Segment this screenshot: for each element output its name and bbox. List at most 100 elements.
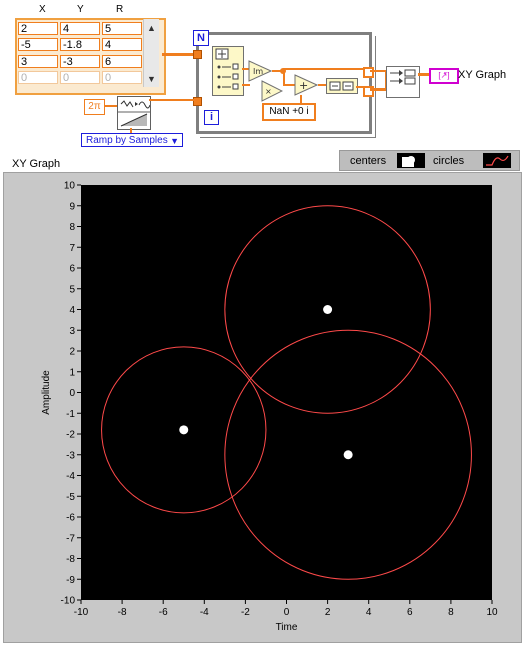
scroll-up-icon[interactable]: ▲ bbox=[147, 23, 156, 33]
table-cell[interactable]: -1.8 bbox=[60, 38, 100, 51]
center-point bbox=[323, 305, 333, 314]
xy-graph[interactable]: 109876543210-1-2-3-4-5-6-7-8-9-10-10 -8 -6… bbox=[4, 173, 521, 642]
table-cell[interactable]: 5 bbox=[102, 22, 142, 35]
legend-swatch-circles[interactable] bbox=[483, 153, 511, 168]
multiply-icon: Im bbox=[248, 60, 273, 82]
two-pi-constant[interactable]: 2π bbox=[84, 99, 105, 115]
point-marker-icon bbox=[402, 156, 415, 167]
line-plot-icon bbox=[486, 155, 509, 166]
table-cell[interactable]: 2 bbox=[18, 22, 58, 35]
y-tick-label: -7 bbox=[66, 533, 75, 544]
table-cell[interactable]: 3 bbox=[18, 55, 58, 68]
y-tick-label: 7 bbox=[69, 243, 75, 254]
plot-area bbox=[81, 185, 492, 600]
y-axis-label: Amplitude bbox=[41, 370, 52, 415]
wire bbox=[370, 88, 386, 91]
wire bbox=[149, 99, 195, 101]
table-cell[interactable]: -5 bbox=[18, 38, 58, 51]
table-cell[interactable]: 6 bbox=[102, 55, 142, 68]
y-tick-label: -8 bbox=[66, 554, 75, 565]
x-tick-label: 2 bbox=[325, 607, 331, 618]
legend-swatch-centers[interactable] bbox=[397, 153, 425, 168]
table-cell[interactable]: 4 bbox=[102, 38, 142, 51]
y-tick-label: 6 bbox=[69, 264, 75, 275]
x-tick-label: 10 bbox=[486, 607, 498, 618]
y-tick-label: 3 bbox=[69, 326, 75, 337]
x-tick-label: -6 bbox=[159, 607, 168, 618]
x-tick-label: -2 bbox=[241, 607, 250, 618]
y-tick-label: 1 bbox=[69, 367, 75, 378]
y-tick-label: 2 bbox=[69, 347, 75, 358]
table-cell[interactable]: 4 bbox=[60, 22, 100, 35]
input-tunnel bbox=[193, 50, 202, 59]
y-tick-label: -1 bbox=[66, 409, 75, 420]
svg-text:×: × bbox=[265, 87, 272, 96]
wire bbox=[242, 84, 250, 86]
wire bbox=[104, 105, 118, 107]
y-tick-label: 9 bbox=[69, 201, 75, 212]
wire bbox=[356, 86, 365, 88]
table-header-x: X bbox=[39, 4, 46, 15]
xy-graph-terminal[interactable]: [↗̃] bbox=[429, 68, 459, 84]
y-tick-label: -9 bbox=[66, 575, 75, 586]
y-tick-label: -10 bbox=[61, 596, 76, 607]
wire bbox=[318, 84, 326, 86]
center-point bbox=[179, 425, 189, 435]
table-scrollbar[interactable]: ▲ ▼ bbox=[143, 19, 159, 87]
bundle-node[interactable] bbox=[386, 66, 420, 98]
y-tick-label: 10 bbox=[64, 181, 76, 192]
svg-text:+: + bbox=[299, 79, 308, 92]
loop-index-terminal[interactable]: i bbox=[204, 110, 219, 125]
x-axis-label: Time bbox=[276, 622, 298, 633]
wire bbox=[283, 68, 365, 70]
y-tick-label: 4 bbox=[69, 305, 75, 316]
table-header-r: R bbox=[116, 4, 124, 15]
x-tick-label: 0 bbox=[284, 607, 290, 618]
dropdown-arrow-icon[interactable]: ▼ bbox=[170, 134, 179, 148]
loop-count-terminal[interactable]: N bbox=[193, 30, 209, 46]
y-tick-label: 0 bbox=[69, 388, 75, 399]
y-tick-label: 8 bbox=[69, 222, 75, 233]
table-cell-empty[interactable]: 0 bbox=[18, 71, 58, 84]
wire bbox=[370, 70, 386, 72]
y-tick-label: -3 bbox=[66, 450, 75, 461]
y-tick-label: -5 bbox=[66, 492, 75, 503]
y-tick-label: -6 bbox=[66, 513, 75, 524]
multiply-node[interactable]: Im bbox=[248, 60, 273, 82]
ramp-waveform-icon bbox=[118, 97, 151, 127]
x-tick-label: 4 bbox=[366, 607, 372, 618]
x-tick-label: 6 bbox=[407, 607, 413, 618]
scale-icon: × bbox=[261, 80, 284, 102]
graph-title: XY Graph bbox=[12, 158, 61, 170]
complex-constant[interactable]: NaN +0 i bbox=[262, 103, 316, 121]
x-tick-label: 8 bbox=[448, 607, 454, 618]
unbundle-icon bbox=[215, 48, 239, 90]
xy-graph-terminal-label: XY Graph bbox=[458, 69, 507, 81]
add-node[interactable]: + bbox=[294, 74, 319, 96]
x-tick-label: -8 bbox=[118, 607, 127, 618]
svg-text:Im: Im bbox=[253, 67, 263, 76]
scroll-down-icon[interactable]: ▼ bbox=[147, 74, 156, 84]
y-tick-label: 5 bbox=[69, 284, 75, 295]
legend-label-circles: circles bbox=[433, 155, 465, 167]
y-tick-label: -4 bbox=[66, 471, 75, 482]
table-cell[interactable]: -3 bbox=[60, 55, 100, 68]
plot-legend[interactable]: centers circles bbox=[339, 150, 520, 171]
build-array-icon bbox=[329, 81, 354, 91]
center-point bbox=[343, 450, 353, 460]
table-cell-empty[interactable]: 0 bbox=[102, 71, 142, 84]
x-tick-label: -4 bbox=[200, 607, 209, 618]
graph-panel: 10 9 8 7 6 5 4 3 2 1 0 -1 -2 -3 -4 -5 -6 -7 -8 -9 -10 -10 -8 -6… bbox=[3, 172, 522, 643]
add-icon: + bbox=[294, 74, 319, 96]
legend-label-centers: centers bbox=[350, 155, 387, 167]
build-array-node[interactable] bbox=[326, 78, 358, 94]
wire bbox=[300, 95, 302, 103]
multiply-node[interactable]: × bbox=[261, 80, 284, 102]
table-header-y: Y bbox=[77, 4, 84, 15]
ramp-selector[interactable]: Ramp by Samples ▼ bbox=[81, 133, 183, 147]
y-tick-label: -2 bbox=[66, 430, 75, 441]
x-tick-label: -10 bbox=[74, 607, 89, 618]
unbundle-node[interactable] bbox=[212, 46, 244, 96]
ramp-pattern-node[interactable] bbox=[117, 96, 151, 130]
table-cell-empty[interactable]: 0 bbox=[60, 71, 100, 84]
